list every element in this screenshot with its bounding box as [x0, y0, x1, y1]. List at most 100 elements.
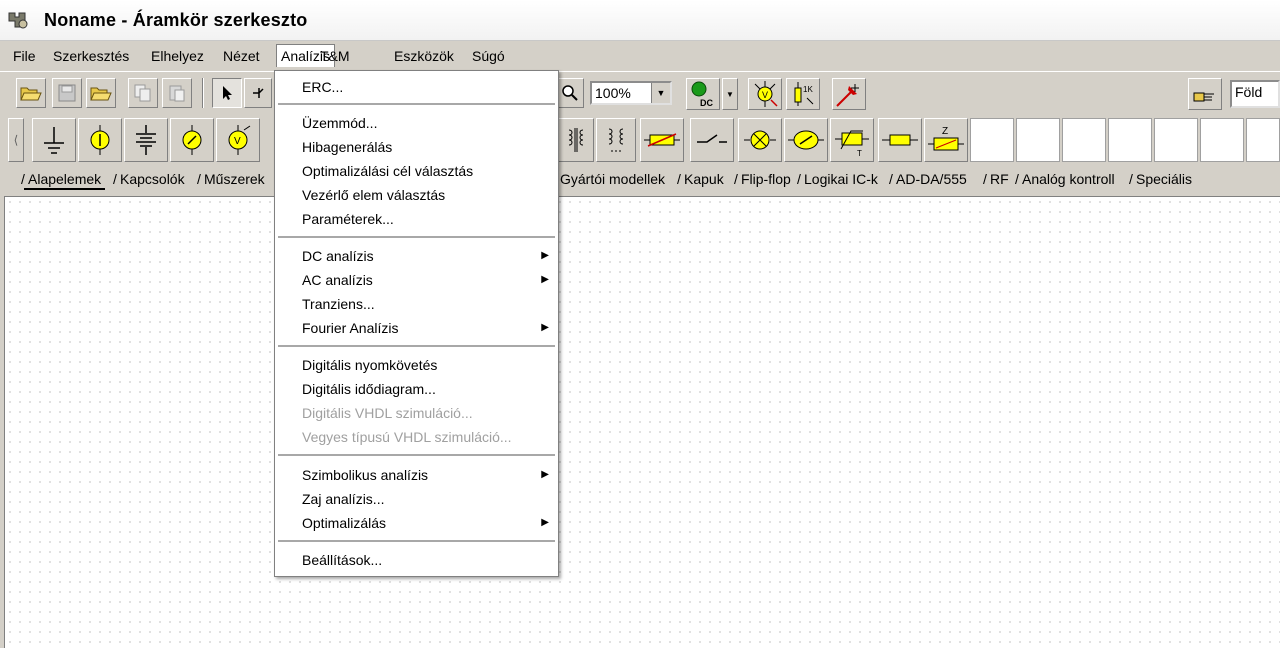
menu-view[interactable]: Nézet	[219, 45, 264, 67]
schematic-canvas[interactable]	[4, 196, 1280, 648]
component-slot-empty[interactable]	[1200, 118, 1244, 162]
component-resistor[interactable]	[878, 118, 922, 162]
submenu-arrow-icon: ▶	[541, 274, 549, 285]
menu-item-label: Digitális idődiagram...	[302, 381, 436, 397]
menu-item-mode[interactable]: Üzemmód...	[276, 111, 557, 135]
layer-select[interactable]: Föld	[1230, 80, 1280, 108]
menu-help[interactable]: Súgó	[468, 45, 509, 67]
dc-analysis-button[interactable]: DC	[686, 78, 720, 110]
menu-item-fourier-analysis[interactable]: Fourier Analízis ▶	[276, 316, 557, 340]
svg-text:V: V	[234, 136, 241, 147]
menu-item-digital-timing[interactable]: Digitális idődiagram...	[276, 377, 557, 401]
ac-meter-icon	[788, 130, 824, 150]
wire-icon	[253, 88, 264, 98]
dc-analysis-icon: DC	[691, 81, 713, 108]
component-slot-empty[interactable]	[1016, 118, 1060, 162]
menu-item-label: Szimbolikus analízis	[302, 467, 429, 483]
component-slot-empty[interactable]	[1246, 118, 1280, 162]
menu-item-parameters[interactable]: Paraméterek...	[276, 207, 557, 231]
component-voltmeter[interactable]: V	[216, 118, 260, 162]
component-slot-empty[interactable]	[1062, 118, 1106, 162]
open-recent-button[interactable]	[86, 78, 116, 108]
component-ac-meter[interactable]	[784, 118, 828, 162]
paste-button[interactable]	[162, 78, 192, 108]
menu-divider	[278, 540, 555, 542]
scroll-left-button[interactable]: ⟨	[8, 118, 24, 162]
menu-tools[interactable]: Eszközök	[390, 45, 458, 67]
menu-item-ac-analysis[interactable]: AC analízis ▶	[276, 268, 557, 292]
menu-item-control-element[interactable]: Vezérlő elem választás	[276, 183, 557, 207]
main-toolbar: 100% ▼ DC ▼ V 1K Föld	[0, 71, 1280, 114]
chevron-down-icon[interactable]: ▼	[651, 83, 670, 103]
component-transformer[interactable]	[558, 118, 594, 162]
component-switch[interactable]	[690, 118, 734, 162]
component-coupled-inductor[interactable]	[596, 118, 636, 162]
ground-symbol-icon	[44, 127, 64, 154]
svg-text:Z: Z	[942, 126, 948, 137]
tab-logic-ics[interactable]: Logikai IC-k	[797, 168, 882, 190]
menu-item-symbolic-analysis[interactable]: Szimbolikus analízis ▶	[276, 463, 557, 487]
menu-item-optimization[interactable]: Optimalizálás ▶	[276, 511, 557, 535]
copy-button[interactable]	[128, 78, 158, 108]
tab-flip-flop[interactable]: Flip-flop	[734, 168, 795, 190]
menu-item-optimization-target[interactable]: Optimalizálási cél választás	[276, 159, 557, 183]
resistor-icon	[882, 134, 918, 146]
component-ground[interactable]	[32, 118, 76, 162]
component-toolbar: ⟨ V T Z	[0, 113, 1280, 165]
tab-rf[interactable]: RF	[983, 168, 1013, 190]
menu-place[interactable]: Elhelyez	[147, 45, 208, 67]
probe-button[interactable]	[832, 78, 866, 110]
menu-item-settings[interactable]: Beállítások...	[276, 548, 557, 572]
menu-item-digital-trace[interactable]: Digitális nyomkövetés	[276, 353, 557, 377]
component-tabs: Alapelemek Kapcsolók Műszerek Gyártói mo…	[0, 166, 1280, 194]
save-button[interactable]	[52, 78, 82, 108]
menu-file[interactable]: File	[9, 45, 40, 67]
meter-icon	[182, 125, 202, 155]
impedance-icon: Z	[928, 126, 964, 151]
tab-gates[interactable]: Kapuk	[677, 168, 728, 190]
component-fuse[interactable]	[640, 118, 684, 162]
component-current-source[interactable]	[78, 118, 122, 162]
component-battery[interactable]	[124, 118, 168, 162]
dc-analysis-dropdown[interactable]: ▼	[722, 78, 738, 110]
wire-tool-button[interactable]	[244, 78, 272, 108]
open-button[interactable]	[16, 78, 46, 108]
submenu-arrow-icon: ▶	[541, 517, 549, 528]
component-thermistor[interactable]: T	[830, 118, 874, 162]
menu-edit[interactable]: Szerkesztés	[49, 45, 133, 67]
coupled-inductor-icon	[608, 128, 624, 152]
component-impedance[interactable]: Z	[924, 118, 968, 162]
component-lamp[interactable]	[738, 118, 782, 162]
resistor-probe-button[interactable]: 1K	[786, 78, 820, 110]
tab-switches[interactable]: Kapcsolók	[113, 168, 189, 190]
svg-text:T: T	[857, 149, 862, 157]
tab-basic-components[interactable]: Alapelemek	[21, 168, 106, 190]
component-slot-empty[interactable]	[1154, 118, 1198, 162]
component-slot-empty[interactable]	[970, 118, 1014, 162]
zoom-select[interactable]: 100% ▼	[590, 81, 672, 105]
menu-item-transient[interactable]: Tranziens...	[276, 292, 557, 316]
component-slot-empty[interactable]	[1108, 118, 1152, 162]
menu-item-dc-analysis[interactable]: DC analízis ▶	[276, 244, 557, 268]
tab-manufacturer-models[interactable]: Gyártói modellek	[553, 168, 669, 190]
component-ammeter[interactable]	[170, 118, 214, 162]
tab-analog-control[interactable]: Analóg kontroll	[1015, 168, 1119, 190]
menu-item-label: AC analízis	[302, 272, 373, 288]
submenu-arrow-icon: ▶	[541, 250, 549, 261]
tab-special[interactable]: Speciális	[1129, 168, 1196, 190]
menu-item-noise-analysis[interactable]: Zaj analízis...	[276, 487, 557, 511]
battery-icon	[136, 125, 156, 155]
layer-value: Föld	[1235, 84, 1263, 100]
copy-icon	[134, 84, 151, 102]
tab-instruments[interactable]: Műszerek	[197, 168, 269, 190]
menu-item-fault-generation[interactable]: Hibagenerálás	[276, 135, 557, 159]
app-icon[interactable]	[6, 9, 32, 31]
paste-icon	[169, 85, 185, 102]
meter-probe-button[interactable]: V	[748, 78, 782, 110]
menu-tm[interactable]: T&M	[316, 45, 354, 67]
zoom-in-button[interactable]	[556, 78, 584, 108]
label-tool-button[interactable]	[1188, 78, 1222, 110]
select-tool-button[interactable]	[212, 78, 242, 108]
menu-item-erc[interactable]: ERC...	[276, 75, 557, 99]
tab-ad-da-555[interactable]: AD-DA/555	[889, 168, 971, 190]
